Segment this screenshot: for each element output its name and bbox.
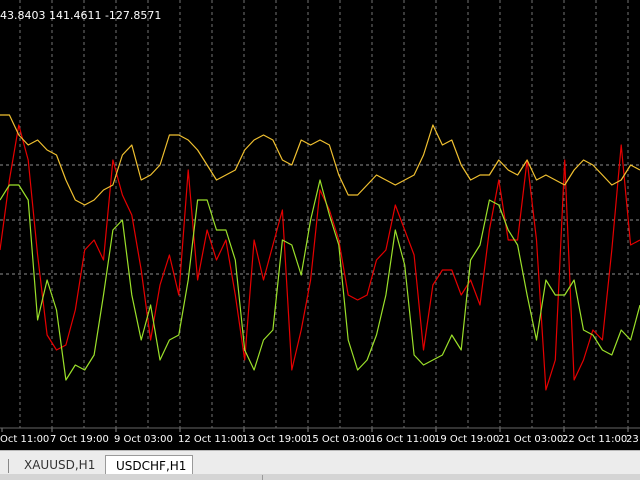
chart-background: [0, 0, 640, 450]
scrollbar-separator: [262, 475, 263, 480]
x-tick-label: 9 Oct 03:00: [114, 434, 173, 445]
indicator-values-readout: 43.8403 141.4611 -127.8571: [0, 9, 161, 22]
tab-usdchf-h1[interactable]: USDCHF,H1: [105, 455, 193, 475]
horizontal-scrollbar[interactable]: [0, 474, 640, 480]
x-tick-label: 23: [626, 434, 639, 445]
x-tick-label: 16 Oct 11:00: [370, 434, 435, 445]
x-tick-label: 13 Oct 19:00: [242, 434, 307, 445]
x-tick-label: 22 Oct 11:00: [562, 434, 627, 445]
x-tick-label: 19 Oct 19:00: [434, 434, 499, 445]
tab-separator: [8, 459, 9, 473]
x-tick-label: 15 Oct 03:00: [306, 434, 371, 445]
chart-window: Oct 11:00 7 Oct 19:00 9 Oct 03:00 12 Oct 11…: [0, 0, 640, 480]
x-tick-label: 21 Oct 03:00: [498, 434, 563, 445]
x-tick-label: 12 Oct 11:00: [178, 434, 243, 445]
x-tick-label: Oct 11:00: [0, 434, 49, 445]
price-chart[interactable]: Oct 11:00 7 Oct 19:00 9 Oct 03:00 12 Oct 11…: [0, 0, 640, 450]
x-tick-label: 7 Oct 19:00: [50, 434, 109, 445]
tab-xauusd-h1[interactable]: XAUUSD,H1: [14, 455, 106, 475]
